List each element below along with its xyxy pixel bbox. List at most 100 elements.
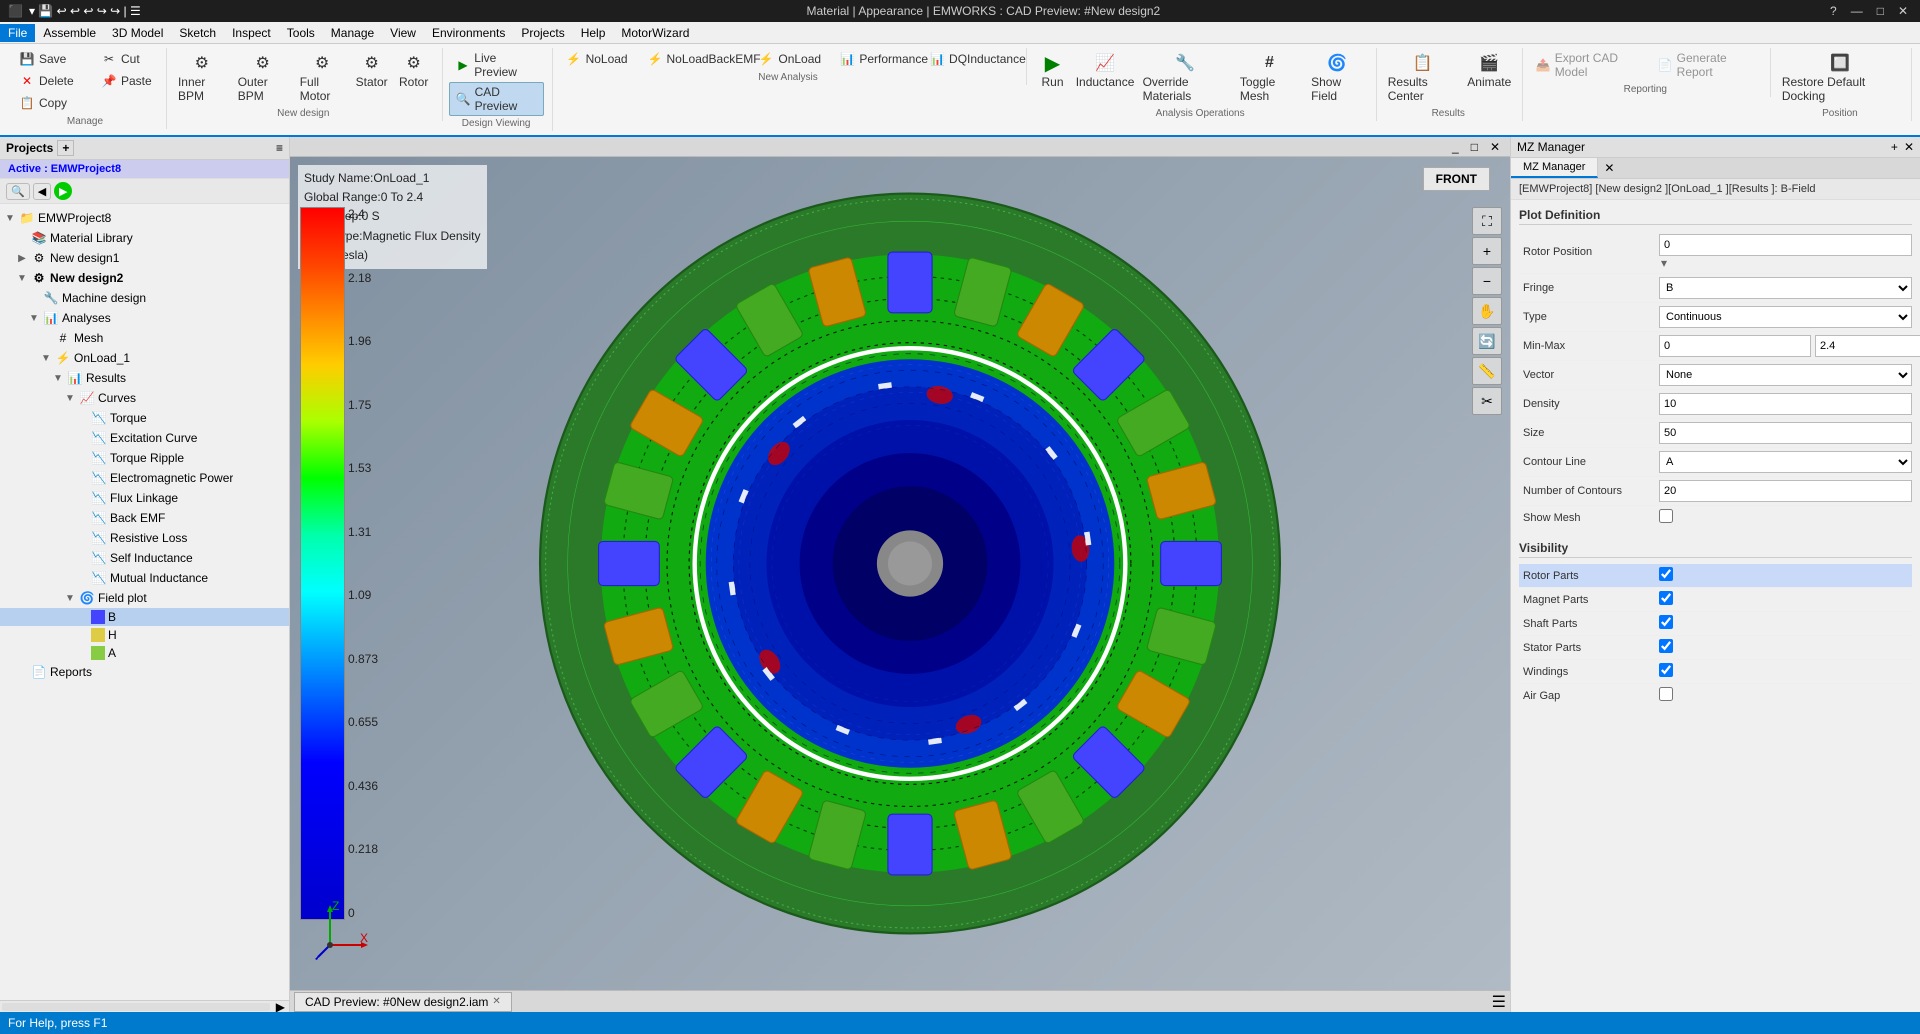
tree-item-a[interactable]: A <box>0 644 289 662</box>
tree-item-emwproject8[interactable]: ▼ 📁 EMWProject8 <box>0 208 289 228</box>
magnet-parts-checkbox[interactable] <box>1659 591 1673 605</box>
panel-collapse-btn[interactable]: ≡ <box>276 141 283 155</box>
outer-bpm-button[interactable]: ⚙ Outer BPM <box>233 48 293 106</box>
panel-scrollbar[interactable]: ▶ <box>0 1000 289 1012</box>
paste-button[interactable]: 📌 Paste <box>94 70 174 92</box>
tree-item-onload1[interactable]: ▼ ⚡ OnLoad_1 <box>0 348 289 368</box>
pan-btn[interactable]: ✋ <box>1472 297 1502 325</box>
viewport-menu-btn[interactable]: ☰ <box>1492 992 1506 1012</box>
size-input[interactable] <box>1659 422 1912 444</box>
section-btn[interactable]: ✂ <box>1472 387 1502 415</box>
stator-parts-checkbox[interactable] <box>1659 639 1673 653</box>
override-materials-button[interactable]: 🔧 Override Materials <box>1138 48 1233 106</box>
tree-item-reports[interactable]: 📄 Reports <box>0 662 289 682</box>
tree-item-self-inductance[interactable]: 📉 Self Inductance <box>0 548 289 568</box>
stator-button[interactable]: ⚙ Stator <box>352 48 392 92</box>
noload-button[interactable]: ⚡ NoLoad <box>559 48 639 70</box>
tree-item-resistive-loss[interactable]: 📉 Resistive Loss <box>0 528 289 548</box>
viewport-maximize[interactable]: □ <box>1465 140 1484 154</box>
tree-item-torque[interactable]: 📉 Torque <box>0 408 289 428</box>
tree-item-newdesign1[interactable]: ▶ ⚙ New design1 <box>0 248 289 268</box>
noloadbackemf-button[interactable]: ⚡ NoLoadBackEMF <box>641 48 750 70</box>
tree-item-field-plot[interactable]: ▼ 🌀 Field plot <box>0 588 289 608</box>
menu-view[interactable]: View <box>382 24 424 42</box>
tree-item-analyses[interactable]: ▼ 📊 Analyses <box>0 308 289 328</box>
title-right[interactable]: ? — □ ✕ <box>1826 4 1912 18</box>
file-actions[interactable]: ▾ 💾 ↩ ↩ ↩ ↪ ↪ | ☰ <box>29 4 141 18</box>
menu-sketch[interactable]: Sketch <box>171 24 224 42</box>
menu-manage[interactable]: Manage <box>323 24 382 42</box>
delete-button[interactable]: ✕ Delete <box>12 70 92 92</box>
dqinductance-button[interactable]: 📊 DQInductance <box>923 48 1017 70</box>
menu-assemble[interactable]: Assemble <box>35 24 104 42</box>
run-button[interactable]: ▶ Run <box>1033 48 1073 92</box>
zoom-out-btn[interactable]: − <box>1472 267 1502 295</box>
fringe-select[interactable]: B H A <box>1659 277 1912 299</box>
full-motor-button[interactable]: ⚙ Full Motor <box>295 48 350 106</box>
tree-item-back-emf[interactable]: 📉 Back EMF <box>0 508 289 528</box>
menu-3dmodel[interactable]: 3D Model <box>104 24 171 42</box>
inner-bpm-button[interactable]: ⚙ Inner BPM <box>173 48 231 106</box>
cad-preview-button[interactable]: 🔍 CAD Preview <box>449 82 544 116</box>
menu-environments[interactable]: Environments <box>424 24 513 42</box>
type-select[interactable]: Continuous Discrete <box>1659 306 1912 328</box>
tree-item-flux-linkage[interactable]: 📉 Flux Linkage <box>0 488 289 508</box>
save-button[interactable]: 💾 Save <box>12 48 92 70</box>
restore-docking-button[interactable]: 🔲 Restore Default Docking <box>1777 48 1903 106</box>
tree-item-curves[interactable]: ▼ 📈 Curves <box>0 388 289 408</box>
tree-item-mutual-inductance[interactable]: 📉 Mutual Inductance <box>0 568 289 588</box>
tree-item-excitation[interactable]: 📉 Excitation Curve <box>0 428 289 448</box>
mz-add-tab-btn[interactable]: + <box>1891 140 1898 154</box>
air-gap-checkbox[interactable] <box>1659 687 1673 701</box>
rotor-position-input[interactable] <box>1659 234 1912 256</box>
tree-item-machine-design[interactable]: 🔧 Machine design <box>0 288 289 308</box>
tree-item-results[interactable]: ▼ 📊 Results <box>0 368 289 388</box>
help-btn[interactable]: ? <box>1826 4 1841 18</box>
rotor-parts-checkbox[interactable] <box>1659 567 1673 581</box>
results-center-button[interactable]: 📋 Results Center <box>1383 48 1463 106</box>
viewport-close[interactable]: ✕ <box>1484 140 1506 154</box>
tree-item-material-library[interactable]: 📚 Material Library <box>0 228 289 248</box>
tree-item-torque-ripple[interactable]: 📉 Torque Ripple <box>0 448 289 468</box>
viewport-minimize[interactable]: _ <box>1446 140 1465 154</box>
contour-line-select[interactable]: A B None <box>1659 451 1912 473</box>
vector-select[interactable]: None Arrow Cone <box>1659 364 1912 386</box>
viewport-canvas[interactable]: Study Name:OnLoad_1 Global Range:0 To 2.… <box>290 157 1510 990</box>
tree-item-h[interactable]: H <box>0 626 289 644</box>
windings-checkbox[interactable] <box>1659 663 1673 677</box>
tree-item-mesh[interactable]: # Mesh <box>0 328 289 348</box>
rotor-button[interactable]: ⚙ Rotor <box>394 48 434 92</box>
mz-close-tab-btn[interactable]: ✕ <box>1598 158 1620 178</box>
rotate-btn[interactable]: 🔄 <box>1472 327 1502 355</box>
min-input[interactable] <box>1659 335 1811 357</box>
panel-expand-btn[interactable]: ▶ <box>272 1000 289 1013</box>
menu-file[interactable]: File <box>0 24 35 42</box>
menu-tools[interactable]: Tools <box>279 24 323 42</box>
close-btn[interactable]: ✕ <box>1894 4 1912 18</box>
animate-button[interactable]: 🎬 Animate <box>1465 48 1514 92</box>
density-input[interactable] <box>1659 393 1912 415</box>
cad-preview-tab[interactable]: CAD Preview: #0New design2.iam ✕ <box>294 992 512 1012</box>
run-circle-btn[interactable]: ▶ <box>54 182 72 200</box>
num-contours-input[interactable] <box>1659 480 1912 502</box>
cad-preview-tab-close[interactable]: ✕ <box>492 996 500 1007</box>
zoom-in-btn[interactable]: + <box>1472 237 1502 265</box>
back-btn[interactable]: ◀ <box>33 183 51 200</box>
search-btn[interactable]: 🔍 <box>6 183 30 200</box>
zoom-fit-btn[interactable]: ⛶ <box>1472 207 1502 235</box>
rotor-position-dropdown[interactable]: ▾ <box>1661 256 1667 270</box>
show-field-button[interactable]: 🌀 Show Field <box>1306 48 1368 106</box>
tree-item-b[interactable]: B <box>0 608 289 626</box>
tree-item-em-power[interactable]: 📉 Electromagnetic Power <box>0 468 289 488</box>
measure-btn[interactable]: 📏 <box>1472 357 1502 385</box>
toggle-mesh-button[interactable]: # Toggle Mesh <box>1235 48 1304 106</box>
mz-tab-manager[interactable]: MZ Manager <box>1511 158 1598 178</box>
generate-report-button[interactable]: 📄 Generate Report <box>1651 48 1762 82</box>
menu-projects[interactable]: Projects <box>513 24 572 42</box>
menu-help[interactable]: Help <box>573 24 614 42</box>
max-input[interactable] <box>1815 335 1920 357</box>
onload-button[interactable]: ⚡ OnLoad <box>751 48 831 70</box>
copy-button[interactable]: 📋 Copy <box>12 92 92 114</box>
menu-motorwizard[interactable]: MotorWizard <box>613 24 697 42</box>
inductance-button[interactable]: 📈 Inductance <box>1075 48 1136 92</box>
